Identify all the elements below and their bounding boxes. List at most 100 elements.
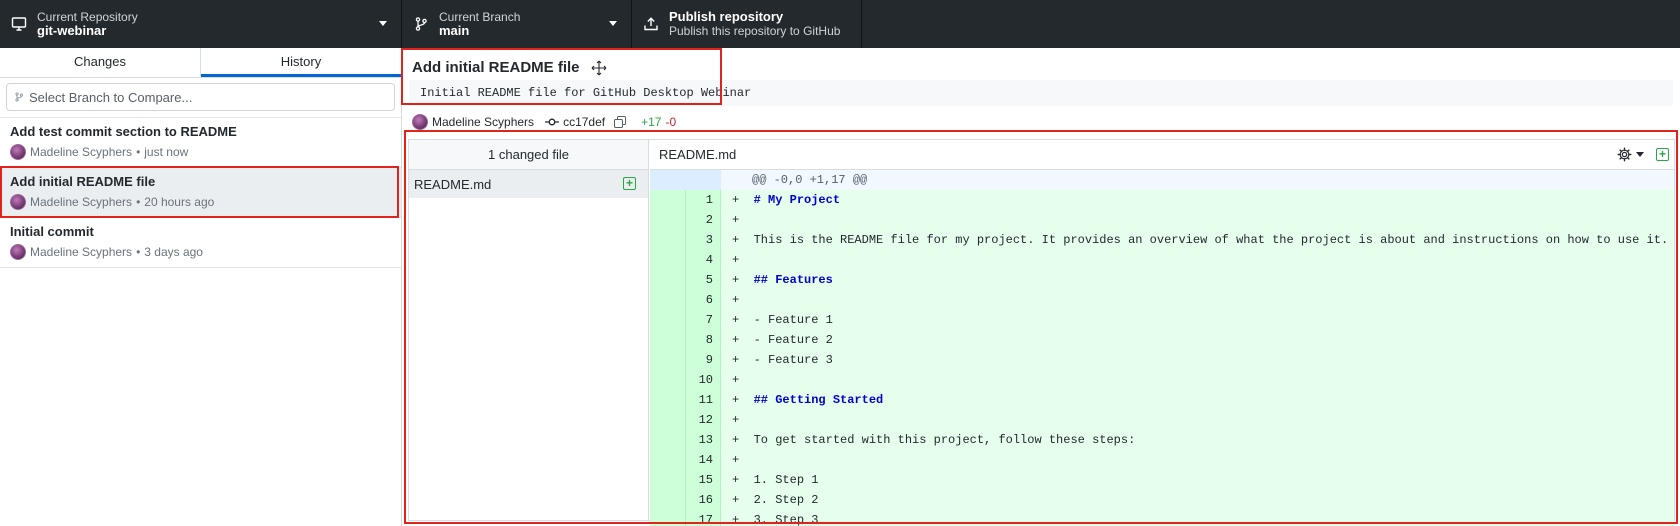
code-text: - Feature 2 [753, 333, 833, 347]
line-number: 14 [685, 450, 721, 470]
old-line-gutter [650, 270, 685, 290]
diff-code: + ## Features [721, 270, 1674, 290]
code-text: - Feature 3 [753, 353, 833, 367]
addition-marker: + [732, 293, 754, 307]
addition-marker: + [732, 413, 754, 427]
commit-list-item-selected[interactable]: Add initial README file Madeline Scypher… [0, 168, 401, 218]
chevron-down-icon [379, 21, 387, 26]
old-line-gutter [650, 390, 685, 410]
old-line-gutter [650, 310, 685, 330]
meta-separator: • [136, 145, 141, 159]
diff-line: 11 + ## Getting Started [650, 390, 1674, 410]
publish-title: Publish repository [669, 9, 784, 24]
tab-history[interactable]: History [201, 48, 401, 77]
old-line-gutter [650, 370, 685, 390]
code-text: This is the README file for my project. … [753, 233, 1669, 247]
avatar [10, 244, 26, 260]
line-number: 11 [685, 390, 721, 410]
old-line-gutter [650, 450, 685, 470]
code-text: 3. Step 3 [753, 513, 819, 526]
addition-marker: + [732, 273, 754, 287]
commit-author: Madeline Scyphers [432, 115, 535, 129]
diff-code: + - Feature 1 [721, 310, 1674, 330]
diff-code: + [721, 210, 1674, 230]
addition-marker: + [732, 253, 754, 267]
code-text: - Feature 1 [753, 313, 833, 327]
upload-icon [643, 16, 659, 32]
old-line-gutter [650, 210, 685, 230]
branch-icon [14, 92, 24, 102]
addition-marker: + [732, 373, 754, 387]
line-number: 8 [685, 330, 721, 350]
old-line-gutter [650, 410, 685, 430]
commit-author: Madeline Scyphers [30, 195, 133, 209]
current-repository-button[interactable]: Current Repository git-webinar [0, 0, 402, 48]
expand-icon[interactable] [591, 60, 607, 76]
commit-list-item[interactable]: Add test commit section to README Madeli… [0, 118, 401, 168]
diff-area: 1 changed file README.md + README.md + @… [408, 139, 1675, 526]
diff-line: 9 + - Feature 3 [650, 350, 1674, 370]
diff-code: + [721, 410, 1674, 430]
old-line-gutter [650, 290, 685, 310]
line-number: 12 [685, 410, 721, 430]
old-line-gutter [650, 490, 685, 510]
diff-line: 6 + [650, 290, 1674, 310]
chevron-down-icon [1636, 152, 1644, 157]
line-number: 7 [685, 310, 721, 330]
commit-author: Madeline Scyphers [30, 245, 133, 259]
addition-marker: + [732, 213, 754, 227]
diff-code: + [721, 290, 1674, 310]
commit-title: Initial commit [10, 224, 94, 239]
addition-marker: + [732, 393, 754, 407]
avatar [10, 144, 26, 160]
branch-icon [413, 16, 429, 32]
avatar [10, 194, 26, 210]
old-line-gutter [650, 470, 685, 490]
current-branch-button[interactable]: Current Branch main [402, 0, 632, 48]
diff-code: + # My Project [721, 190, 1674, 210]
diff-code: + [721, 250, 1674, 270]
diff-line: 3 + This is the README file for my projec… [650, 230, 1674, 250]
code-text: To get started with this project, follow… [753, 433, 1136, 447]
branch-compare-input[interactable] [29, 89, 369, 105]
diff-code: + 1. Step 1 [721, 470, 1674, 490]
addition-marker: + [732, 433, 754, 447]
diff-settings-button[interactable] [1617, 147, 1644, 162]
branch-name: main [439, 23, 470, 38]
commit-time: just now [144, 145, 189, 159]
hunk-header-row: @@ -0,0 +1,17 @@ [650, 170, 1674, 190]
line-number: 1 [685, 190, 721, 210]
diff-line: 8 + - Feature 2 [650, 330, 1674, 350]
copy-icon[interactable] [614, 116, 627, 128]
code-text: 1. Step 1 [753, 473, 819, 487]
old-line-gutter [650, 430, 685, 450]
diff-line: 10 + [650, 370, 1674, 390]
file-list-item[interactable]: README.md + [409, 170, 648, 198]
diff-line: 12 + [650, 410, 1674, 430]
commit-list: Add test commit section to README Madeli… [0, 117, 401, 268]
branch-compare-filter[interactable] [6, 83, 395, 111]
commit-sha: cc17def [563, 115, 606, 129]
tab-changes[interactable]: Changes [0, 48, 201, 77]
deletions-count: -0 [665, 115, 677, 129]
code-text: ## Getting Started [753, 393, 884, 407]
commit-list-item[interactable]: Initial commit Madeline Scyphers • 3 day… [0, 218, 401, 268]
publish-repository-button[interactable]: Publish repository Publish this reposito… [632, 0, 862, 48]
commit-summary-heading: Add initial README file [412, 59, 607, 76]
diff-line: 14 + [650, 450, 1674, 470]
line-number: 15 [685, 470, 721, 490]
diff-code: + 2. Step 2 [721, 490, 1674, 510]
addition-marker: + [732, 473, 754, 487]
diff-line: 7 + - Feature 1 [650, 310, 1674, 330]
sidebar: Changes History Add test commit section … [0, 48, 402, 526]
addition-marker: + [732, 513, 754, 526]
line-number: 13 [685, 430, 721, 450]
code-text: 2. Step 2 [753, 493, 819, 507]
diff-code: + [721, 450, 1674, 470]
repository-name: git-webinar [37, 23, 107, 38]
meta-separator: • [136, 245, 141, 259]
diff-panel: README.md + @@ -0,0 +1,17 @@ 1 + # My Pro… [650, 140, 1674, 526]
line-number: 16 [685, 490, 721, 510]
old-line-gutter [650, 230, 685, 250]
line-number: 9 [685, 350, 721, 370]
